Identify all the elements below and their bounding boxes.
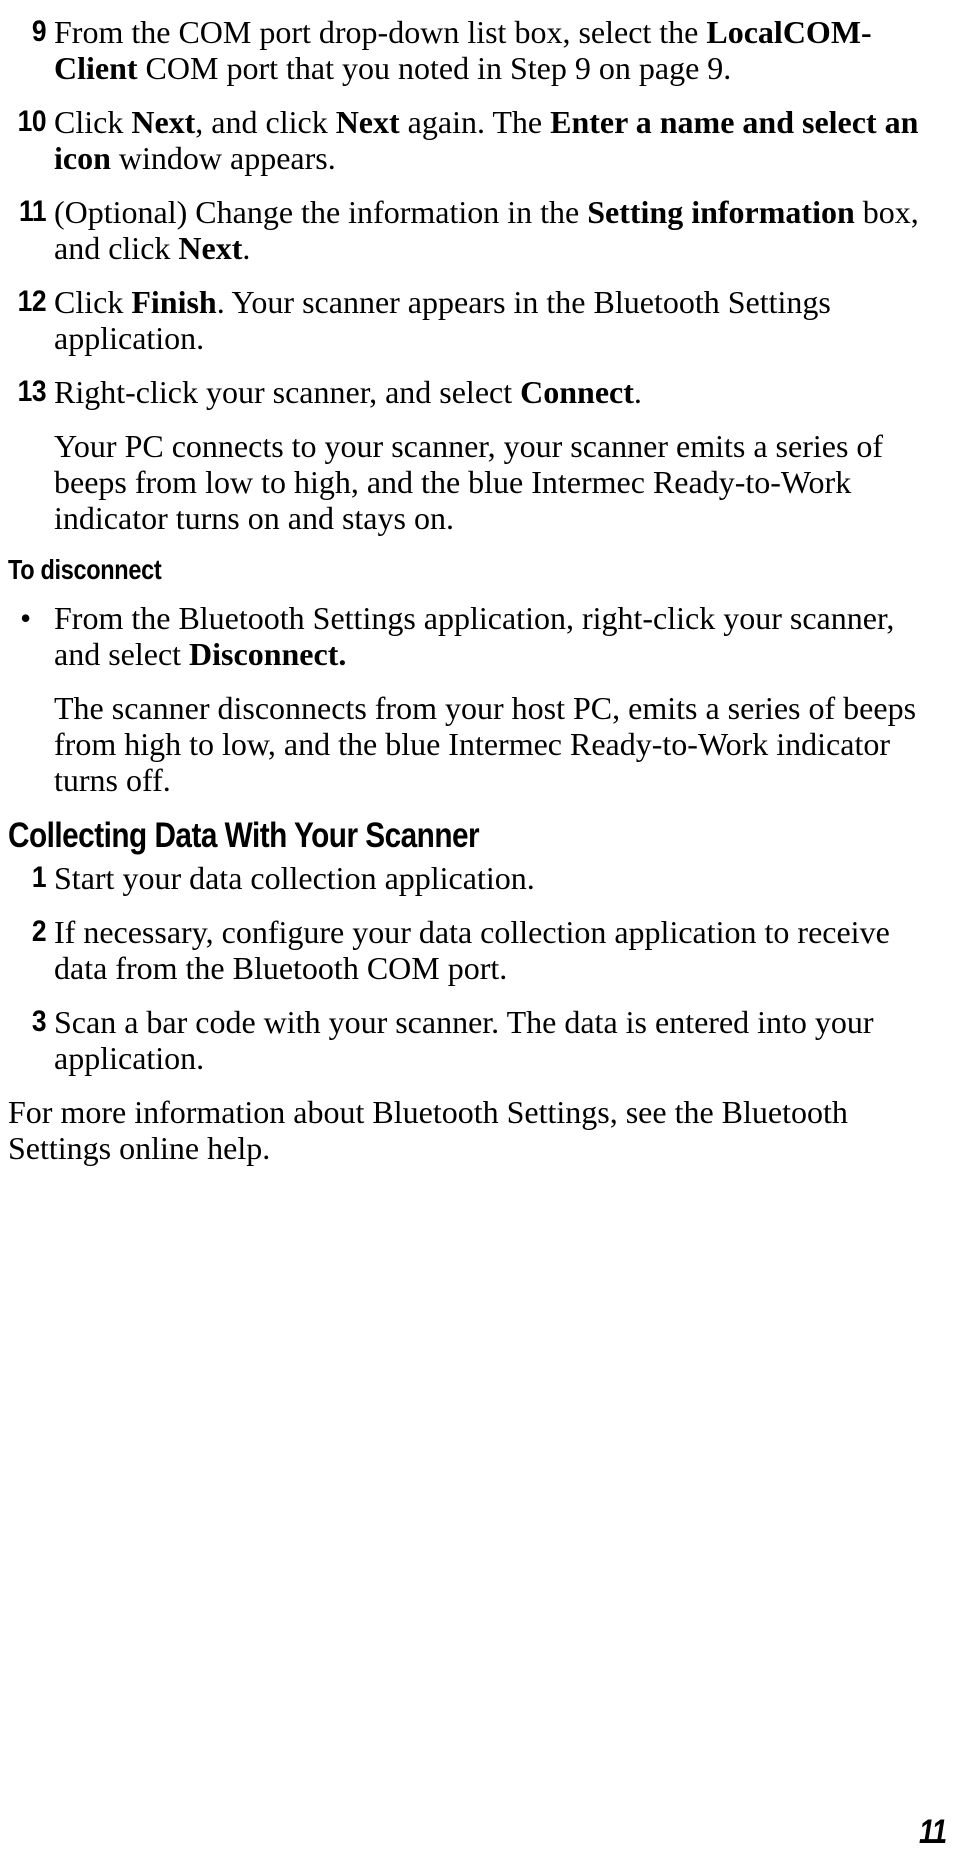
section-subheading: To disconnect	[8, 554, 162, 585]
step-text: Click Finish. Your scanner appears in th…	[54, 284, 938, 356]
numbered-step: 13 Right-click your scanner, and select C…	[8, 374, 952, 410]
step-number: 11	[19, 195, 47, 228]
body-text: window appears.	[110, 140, 336, 176]
numbered-step: 1 Start your data collection application.	[8, 860, 952, 896]
numbered-step: 3 Scan a bar code with your scanner. The …	[8, 1004, 952, 1076]
body-text: , and click	[195, 104, 336, 140]
body-text: Your PC connects to your scanner, your s…	[54, 428, 884, 536]
emphasis-text: Connect	[520, 374, 634, 410]
body-text: If necessary, configure your data collec…	[54, 914, 890, 986]
step-text: If necessary, configure your data collec…	[54, 914, 938, 986]
step-text: (Optional) Change the information in the…	[54, 194, 938, 266]
body-text: .	[633, 374, 642, 410]
paragraph: For more information about Bluetooth Set…	[8, 1094, 938, 1166]
body-text: again. The	[399, 104, 551, 140]
emphasis-text: Disconnect.	[189, 636, 347, 672]
body-text: (Optional) Change the information in the	[54, 194, 588, 230]
body-text: Right-click your scanner, and select	[54, 374, 521, 410]
paragraph: Your PC connects to your scanner, your s…	[54, 428, 938, 536]
numbered-step: 11 (Optional) Change the information in t…	[8, 194, 952, 266]
step-number: 12	[17, 285, 47, 318]
body-text: Click	[54, 284, 132, 320]
numbered-step: 9 From the COM port drop-down list box, s…	[8, 14, 952, 86]
body-text: COM port that you noted in Step 9 on pag…	[137, 50, 732, 86]
numbered-step: 10 Click Next, and click Next again. The …	[8, 104, 952, 176]
step-text: Start your data collection application.	[54, 860, 938, 896]
step-number: 9	[31, 15, 47, 48]
step-text: From the COM port drop-down list box, se…	[54, 14, 938, 86]
section-heading: Collecting Data With Your Scanner	[8, 816, 480, 855]
body-text: The scanner disconnects from your host P…	[54, 690, 917, 798]
emphasis-text: Next	[178, 230, 243, 266]
page-content: 9 From the COM port drop-down list box, s…	[8, 14, 952, 1184]
page-number: 11	[918, 1813, 947, 1851]
step-text: Scan a bar code with your scanner. The d…	[54, 1004, 938, 1076]
body-text: From the COM port drop-down list box, se…	[54, 14, 707, 50]
document-page: 9 From the COM port drop-down list box, s…	[0, 0, 960, 1867]
step-number: 3	[31, 1005, 47, 1038]
numbered-step: 2 If necessary, configure your data colle…	[8, 914, 952, 986]
step-text: Click Next, and click Next again. The En…	[54, 104, 938, 176]
bullet-item: • From the Bluetooth Settings application…	[8, 600, 952, 672]
step-number: 1	[31, 861, 47, 894]
paragraph: The scanner disconnects from your host P…	[54, 690, 938, 798]
body-text: For more information about Bluetooth Set…	[8, 1094, 848, 1166]
step-number: 13	[17, 375, 47, 408]
step-number: 10	[17, 105, 47, 138]
body-text: .	[242, 230, 251, 266]
emphasis-text: Next	[335, 104, 400, 140]
body-text: Click	[54, 104, 132, 140]
bullet-text: From the Bluetooth Settings application,…	[54, 600, 938, 672]
body-text: Start your data collection application.	[54, 860, 535, 896]
bullet-icon: •	[20, 600, 32, 636]
numbered-step: 12 Click Finish. Your scanner appears in …	[8, 284, 952, 356]
body-text: Scan a bar code with your scanner. The d…	[54, 1004, 874, 1076]
emphasis-text: Finish	[131, 284, 217, 320]
body-text: From the Bluetooth Settings application,…	[54, 600, 895, 672]
emphasis-text: Next	[131, 104, 196, 140]
step-number: 2	[31, 915, 47, 948]
emphasis-text: Setting information	[587, 194, 855, 230]
step-text: Right-click your scanner, and select Con…	[54, 374, 938, 410]
